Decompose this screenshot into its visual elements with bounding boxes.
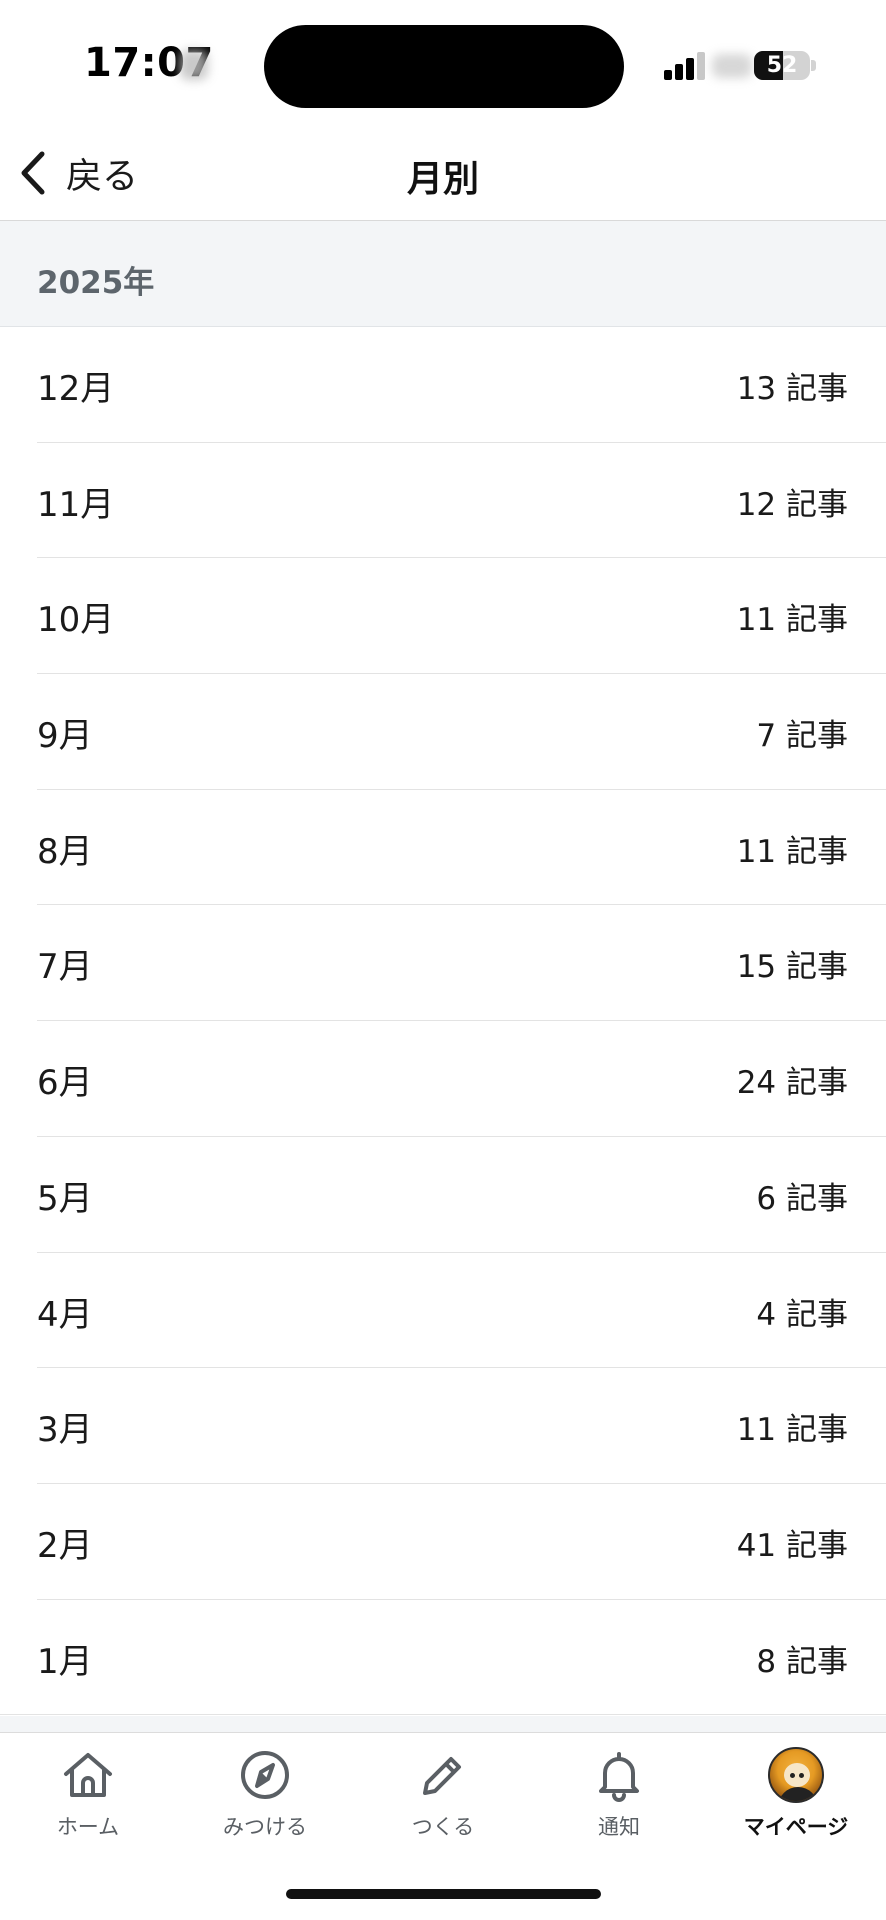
article-count: 11 記事 <box>736 1412 848 1449</box>
article-count: 4 記事 <box>756 1296 848 1333</box>
month-row[interactable]: 4月 4 記事 <box>0 1253 886 1369</box>
month-row[interactable]: 7月 15 記事 <box>0 905 886 1021</box>
location-indicator-blurred <box>180 50 208 80</box>
month-label: 1月 <box>37 1641 93 1682</box>
compass-icon <box>241 1751 289 1799</box>
pencil-icon <box>423 1757 461 1795</box>
month-label: 4月 <box>37 1294 93 1335</box>
month-row[interactable]: 2月 41 記事 <box>0 1484 886 1600</box>
tab-discover[interactable]: みつける <box>185 1747 345 1857</box>
tab-notifications[interactable]: 通知 <box>539 1747 699 1857</box>
article-count: 13 記事 <box>736 371 848 407</box>
article-count: 24 記事 <box>736 1065 848 1102</box>
tab-mypage[interactable]: マイページ <box>716 1747 876 1857</box>
article-count: 8 記事 <box>756 1643 848 1680</box>
article-count: 12 記事 <box>736 486 848 523</box>
tab-discover-label: みつける <box>223 1815 307 1839</box>
month-row[interactable]: 9月 7 記事 <box>0 674 886 790</box>
month-row[interactable]: 10月 11 記事 <box>0 558 886 674</box>
month-label: 7月 <box>37 947 93 988</box>
avatar <box>768 1747 824 1803</box>
status-bar: 17:07 52 <box>0 0 886 130</box>
month-label: 10月 <box>37 600 115 641</box>
tab-home-label: ホーム <box>56 1815 120 1839</box>
article-count: 11 記事 <box>736 602 848 639</box>
month-list: 12月 13 記事 11月 12 記事 10月 11 記事 9月 7 記事 8月… <box>0 327 886 1715</box>
battery-level: 52 <box>766 53 798 78</box>
tab-create[interactable]: つくる <box>363 1747 523 1857</box>
article-count: 7 記事 <box>756 718 848 755</box>
cellular-signal-icon <box>664 52 710 80</box>
home-icon <box>64 1753 112 1797</box>
screen: 17:07 52 戻る 月別 2025年 12月 13 記事 11月 12 記事… <box>0 0 886 1920</box>
month-label: 6月 <box>37 1063 93 1104</box>
dynamic-island <box>264 25 624 108</box>
month-row[interactable]: 5月 6 記事 <box>0 1137 886 1253</box>
carrier-blurred <box>712 54 752 78</box>
month-label: 12月 <box>37 369 115 409</box>
page-title: 月別 <box>406 159 479 200</box>
year-label: 2025年 <box>37 265 155 301</box>
article-count: 11 記事 <box>736 833 848 870</box>
bell-icon <box>599 1752 639 1802</box>
month-label: 5月 <box>37 1178 93 1219</box>
nav-header: 戻る 月別 <box>0 130 886 221</box>
month-row[interactable]: 12月 13 記事 <box>0 327 886 443</box>
tab-notifications-label: 通知 <box>598 1815 640 1839</box>
month-row[interactable]: 6月 24 記事 <box>0 1021 886 1137</box>
home-indicator <box>286 1889 601 1899</box>
battery-icon: 52 <box>754 51 810 80</box>
tab-mypage-label: マイページ <box>743 1815 849 1839</box>
tab-create-label: つくる <box>411 1815 475 1839</box>
month-row[interactable]: 1月 8 記事 <box>0 1600 886 1716</box>
month-row[interactable]: 3月 11 記事 <box>0 1368 886 1484</box>
month-row[interactable]: 11月 12 記事 <box>0 443 886 559</box>
tab-home[interactable]: ホーム <box>8 1747 168 1857</box>
month-row[interactable]: 8月 11 記事 <box>0 790 886 906</box>
article-count: 41 記事 <box>736 1527 848 1564</box>
month-label: 9月 <box>37 716 93 757</box>
battery-tip <box>811 60 816 71</box>
article-count: 15 記事 <box>736 949 848 986</box>
month-label: 8月 <box>37 831 93 872</box>
list-footer <box>0 1716 886 1732</box>
article-count: 6 記事 <box>756 1180 848 1217</box>
year-section-header: 2025年 <box>0 221 886 327</box>
month-label: 2月 <box>37 1525 93 1566</box>
month-label: 3月 <box>37 1410 93 1451</box>
month-label: 11月 <box>37 484 115 525</box>
